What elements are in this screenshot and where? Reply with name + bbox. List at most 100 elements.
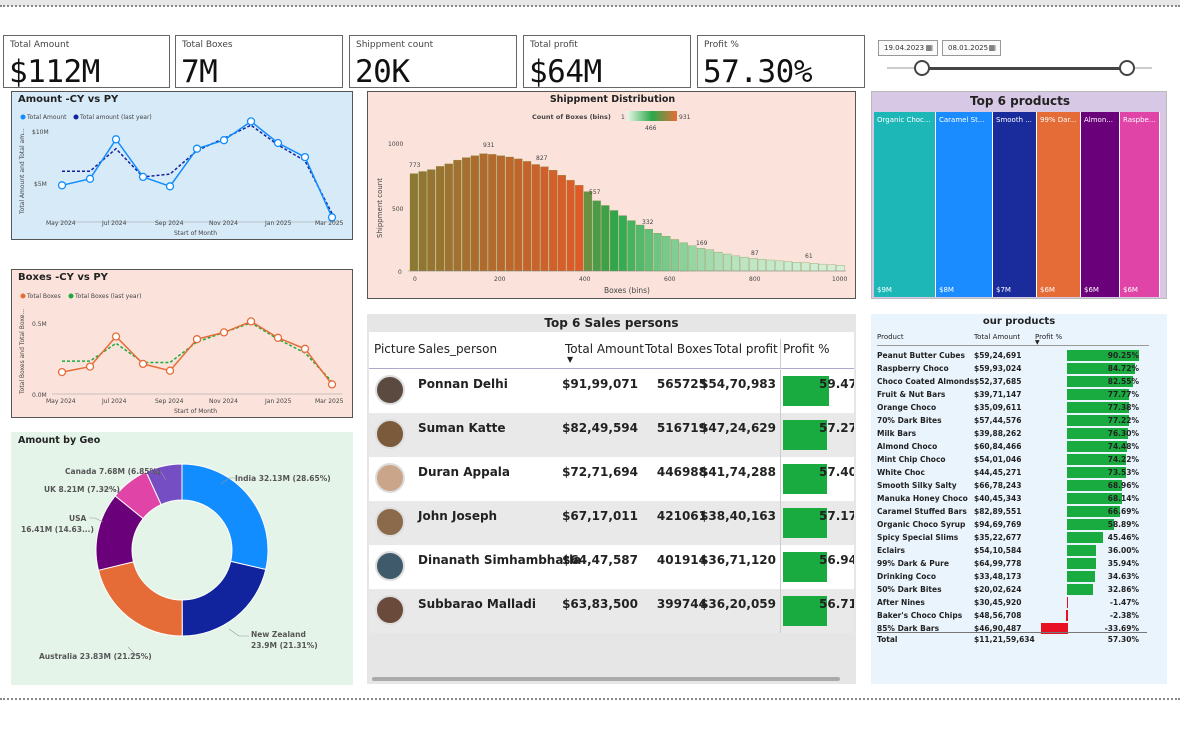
kpi-total-amount[interactable]: Total Amount $112M	[3, 35, 170, 88]
product-row[interactable]: Spicy Special Slims $35,22,677 45.46%	[877, 531, 1147, 544]
x-tick: 800	[749, 276, 761, 283]
product-row[interactable]: Choco Coated Almonds $52,37,685 82.55%	[877, 375, 1147, 388]
product-row[interactable]: Mint Chip Choco $54,01,046 74.22%	[877, 453, 1147, 466]
data-point	[57, 367, 67, 377]
product-row[interactable]: 99% Dark & Pure $64,99,778 35.94%	[877, 557, 1147, 570]
sales-persons-table[interactable]: Top 6 Sales persons Picture Sales_person…	[367, 314, 856, 684]
table-row[interactable]: Dinanath Simhambhatla $64,47,587 401914 $36…	[369, 545, 854, 589]
kpi-total-profit[interactable]: Total profit $64M	[523, 35, 691, 88]
date-slider-fill	[922, 67, 1128, 70]
product-profit-pct: 45.46%	[1107, 533, 1139, 542]
table-row[interactable]: Ponnan Delhi $91,99,071 565725 $54,70,983 59…	[369, 369, 854, 413]
product-row[interactable]: After Nines $30,45,920 -1.47%	[877, 596, 1147, 609]
product-row[interactable]: Drinking Coco $33,48,173 34.63%	[877, 570, 1147, 583]
product-row[interactable]: Eclairs $54,10,584 36.00%	[877, 544, 1147, 557]
chart-title: Top 6 products	[969, 94, 1070, 108]
product-row[interactable]: Orange Choco $35,09,611 77.38%	[877, 401, 1147, 414]
histogram-bar	[679, 242, 688, 272]
x-tick: Mar 2025	[315, 398, 344, 405]
table-row[interactable]: Subbarao Malladi $63,83,500 399744 $36,20,0…	[369, 589, 854, 633]
col-header-total-amount[interactable]: Total Amount	[565, 342, 644, 356]
geo-donut-chart[interactable]: Amount by Geo India 32.13M (28.65%) New …	[11, 432, 353, 685]
product-row[interactable]: Organic Choco Syrup $94,69,769 58.89%	[877, 518, 1147, 531]
x-tick: 400	[579, 276, 591, 283]
date-slider-start-handle[interactable]	[914, 60, 930, 76]
histogram-bar	[418, 171, 427, 272]
product-name: Smooth Silky Salty	[877, 481, 957, 490]
treemap-tile[interactable]: Raspbe... $6M	[1120, 112, 1160, 297]
start-date-input[interactable]: 19.04.2023 ▦	[878, 40, 938, 56]
our-products-table[interactable]: our products Product Total Amount Profit…	[871, 314, 1167, 684]
amount-line-chart[interactable]: Amount -CY vs PY Total Amount Total amou…	[11, 91, 353, 240]
product-row[interactable]: 50% Dark Bites $20,02,624 32.86%	[877, 583, 1147, 596]
product-row[interactable]: Peanut Butter Cubes $59,24,691 90.25%	[877, 349, 1147, 362]
series-line-cy	[61, 320, 333, 385]
table-title: Top 6 Sales persons	[544, 316, 679, 330]
histogram-bar	[557, 175, 566, 272]
treemap-tile[interactable]: Almon... $6M	[1081, 112, 1120, 297]
col-header-total-boxes[interactable]: Total Boxes	[645, 342, 712, 356]
product-row[interactable]: Fruit & Nut Bars $39,71,147 77.77%	[877, 388, 1147, 401]
donut-slice	[181, 560, 267, 637]
horizontal-scrollbar[interactable]	[372, 677, 840, 681]
histogram-bar	[522, 161, 532, 272]
tile-label: Raspbe...	[1123, 116, 1156, 124]
calendar-icon[interactable]: ▦	[988, 43, 996, 52]
kpi-label: Shippment count	[356, 40, 434, 50]
end-date-input[interactable]: 08.01.2025 ▦	[942, 40, 1001, 56]
sort-desc-icon[interactable]: ▼	[567, 355, 573, 364]
kpi-profit-percent[interactable]: Profit % 57.30%	[697, 35, 865, 88]
col-header-profit-pct[interactable]: Profit %	[783, 342, 830, 356]
slice-label-usa: USA	[69, 514, 86, 523]
product-row[interactable]: Raspberry Choco $59,93,024 84.72%	[877, 362, 1147, 375]
product-row[interactable]: Caramel Stuffed Bars $82,89,551 66.69%	[877, 505, 1147, 518]
col-header-picture[interactable]: Picture	[374, 342, 415, 356]
kpi-total-boxes[interactable]: Total Boxes 7M	[175, 35, 343, 88]
product-row[interactable]: Smooth Silky Salty $66,78,243 68.96%	[877, 479, 1147, 492]
product-profit-pct: 68.96%	[1107, 481, 1139, 490]
legend-max: 931	[679, 114, 691, 121]
boxes-line-chart[interactable]: Boxes -CY vs PY Total Boxes Total Boxes …	[11, 269, 353, 418]
table-row[interactable]: Suman Katte $82,49,594 516719 $47,24,629 57.…	[369, 413, 854, 457]
avatar	[375, 551, 405, 581]
color-scale-legend	[627, 111, 677, 121]
product-profit-pct: 36.00%	[1107, 546, 1139, 555]
y-tick: 0	[398, 269, 402, 276]
calendar-icon[interactable]: ▦	[925, 43, 933, 52]
tile-label: Smooth ...	[996, 116, 1032, 124]
col-header-sales-person[interactable]: Sales_person	[418, 342, 497, 356]
histogram-bar	[827, 264, 836, 272]
top-products-treemap[interactable]: Top 6 products Organic Choc... $9M Caramel…	[871, 91, 1167, 299]
treemap-tile[interactable]: 99% Dar... $6M	[1037, 112, 1081, 297]
product-row[interactable]: Milk Bars $39,88,262 76.30%	[877, 427, 1147, 440]
product-row[interactable]: Baker's Choco Chips $48,56,708 -2.38%	[877, 609, 1147, 622]
col-header-total-profit[interactable]: Total profit	[714, 342, 778, 356]
treemap-tile[interactable]: Caramel St... $8M	[936, 112, 993, 297]
y-axis-label: Shippment count	[376, 178, 384, 238]
product-name: Orange Choco	[877, 403, 937, 412]
date-slider-end-handle[interactable]	[1119, 60, 1135, 76]
series-line-cy	[61, 120, 333, 218]
col-header-product[interactable]: Product	[877, 333, 904, 341]
treemap-tile[interactable]: Organic Choc... $9M	[874, 112, 936, 297]
shipment-histogram[interactable]: Shippment Distribution Count of Boxes (b…	[367, 91, 856, 299]
product-row[interactable]: Almond Choco $60,84,466 74.48%	[877, 440, 1147, 453]
total-profit: $36,20,059	[700, 597, 776, 611]
treemap-tile[interactable]: Smooth ... $7M	[993, 112, 1037, 297]
histogram-bar	[531, 164, 540, 272]
tile-label: Organic Choc...	[877, 116, 931, 124]
kpi-shipment-count[interactable]: Shippment count 20K	[349, 35, 517, 88]
bar-label: 61	[805, 253, 813, 260]
table-row[interactable]: John Joseph $67,17,011 421061 $38,40,163 57.…	[369, 501, 854, 545]
bar-label: 773	[409, 162, 421, 169]
sort-desc-icon[interactable]: ▼	[1035, 339, 1040, 346]
boxes-chart-svg: Total Boxes Total Boxes (last year) 0.5M…	[19, 293, 344, 415]
col-header-total-amount[interactable]: Total Amount	[974, 333, 1020, 341]
table-title: our products	[982, 316, 1056, 327]
product-row[interactable]: 70% Dark Bites $57,44,576 77.22%	[877, 414, 1147, 427]
product-row[interactable]: White Choc $44,45,271 73.53%	[877, 466, 1147, 479]
product-profit-pct: 34.63%	[1107, 572, 1139, 581]
table-row[interactable]: Duran Appala $72,71,694 446988 $41,74,288 57…	[369, 457, 854, 501]
profit-pct-value: 59.47	[819, 377, 854, 391]
product-row[interactable]: Manuka Honey Choco $40,45,343 68.14%	[877, 492, 1147, 505]
